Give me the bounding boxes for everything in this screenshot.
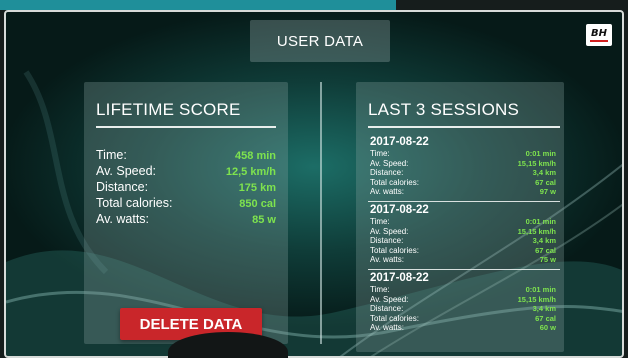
session-label: Distance: [370, 304, 404, 313]
stat-value: 850 cal [239, 198, 276, 210]
session-value: 0:01 min [525, 217, 556, 226]
session-value: 3,4 km [532, 304, 556, 313]
session-value: 15,15 km/h [517, 226, 556, 236]
session-value: 15,15 km/h [517, 158, 556, 168]
session-row: Total calories: 67 cal [370, 178, 556, 188]
stat-label: Time: [96, 148, 127, 162]
session-value: 67 cal [535, 313, 556, 323]
session-row: Total calories: 67 cal [370, 246, 556, 256]
console-screen: USER DATA BH LIFETIME SCORE Time: 458 mi… [4, 10, 624, 358]
session-row: Av. watts: 75 w [370, 255, 556, 265]
session-value: 97 w [539, 187, 556, 196]
bh-logo: BH [586, 24, 612, 46]
session-label: Time: [370, 285, 390, 294]
stat-value: 175 km [238, 182, 276, 194]
session-row: Time: 0:01 min [370, 217, 556, 227]
session-value: 60 w [539, 323, 556, 332]
page-title: USER DATA [250, 20, 390, 62]
stat-value: 12,5 km/h [225, 166, 276, 178]
session-row: Av. watts: 60 w [370, 323, 556, 333]
stat-watts: Av. watts: 85 w [96, 212, 276, 228]
session-label: Time: [370, 217, 390, 226]
session-value: 0:01 min [525, 285, 556, 294]
session-label: Total calories: [370, 177, 419, 187]
session-row: Distance: 3,4 km [370, 304, 556, 314]
session-label: Time: [370, 149, 390, 158]
title-underline [96, 126, 276, 128]
stat-time: Time: 458 min [96, 148, 276, 164]
title-underline [368, 126, 560, 128]
stat-label: Distance: [96, 180, 149, 194]
stat-label: Av. watts: [96, 212, 150, 226]
session-label: Total calories: [370, 313, 419, 323]
session-row: Av. Speed: 15,15 km/h [370, 295, 556, 305]
stat-speed: Av. Speed: 12,5 km/h [96, 164, 276, 180]
session-row: Time: 0:01 min [370, 149, 556, 159]
top-accent-band [0, 0, 396, 10]
device-frame: USER DATA BH LIFETIME SCORE Time: 458 mi… [0, 0, 628, 358]
session-date: 2017-08-22 [370, 204, 429, 216]
session-value: 0:01 min [525, 149, 556, 158]
bh-logo-bar [590, 39, 608, 42]
session-row: Av. Speed: 15,15 km/h [370, 159, 556, 169]
session-row: Av. Speed: 15,15 km/h [370, 227, 556, 237]
stat-distance: Distance: 175 km [96, 180, 276, 196]
session-row: Distance: 3,4 km [370, 168, 556, 178]
lifetime-score-panel: LIFETIME SCORE Time: 458 min Av. Speed: … [84, 82, 288, 344]
session-label: Av. Speed: [370, 294, 409, 304]
session-date: 2017-08-22 [370, 136, 429, 148]
stat-value: 85 w [252, 214, 276, 226]
session-value: 3,4 km [532, 168, 556, 177]
session-date: 2017-08-22 [370, 272, 429, 284]
session-label: Av. watts: [370, 255, 404, 264]
session-label: Distance: [370, 168, 404, 177]
session-value: 15,15 km/h [517, 294, 556, 304]
lifetime-score-title: LIFETIME SCORE [96, 100, 241, 119]
session-value: 67 cal [535, 245, 556, 255]
bh-logo-text: BH [591, 27, 607, 39]
last-sessions-title: LAST 3 SESSIONS [368, 100, 520, 119]
stat-label: Av. Speed: [96, 164, 156, 178]
stat-value: 458 min [235, 150, 276, 162]
session-separator [368, 268, 560, 270]
session-label: Av. watts: [370, 187, 404, 196]
session-label: Av. Speed: [370, 226, 409, 236]
session-value: 75 w [539, 255, 556, 264]
stat-label: Total calories: [96, 196, 173, 210]
session-label: Av. watts: [370, 323, 404, 332]
panel-divider [320, 82, 322, 344]
session-row: Av. watts: 97 w [370, 187, 556, 197]
session-label: Total calories: [370, 245, 419, 255]
sessions-list: 2017-08-22 Time: 0:01 min Av. Speed: 15,15… [368, 136, 560, 340]
session-item[interactable]: 2017-08-22 Time: 0:01 min Av. Speed: 15,15… [368, 136, 560, 204]
session-item[interactable]: 2017-08-22 Time: 0:01 min Av. Speed: 15,15… [368, 204, 560, 272]
session-row: Total calories: 67 cal [370, 314, 556, 324]
session-value: 3,4 km [532, 236, 556, 245]
last-sessions-panel: LAST 3 SESSIONS 2017-08-22 Time: 0:01 min… [356, 82, 564, 352]
session-label: Av. Speed: [370, 158, 409, 168]
session-separator [368, 200, 560, 202]
session-label: Distance: [370, 236, 404, 245]
session-row: Time: 0:01 min [370, 285, 556, 295]
session-value: 67 cal [535, 177, 556, 187]
session-item[interactable]: 2017-08-22 Time: 0:01 min Av. Speed: 15,15… [370, 272, 556, 340]
stat-calories: Total calories: 850 cal [96, 196, 276, 212]
lifetime-stats: Time: 458 min Av. Speed: 12,5 km/h Dista… [96, 148, 276, 228]
session-row: Distance: 3,4 km [370, 236, 556, 246]
